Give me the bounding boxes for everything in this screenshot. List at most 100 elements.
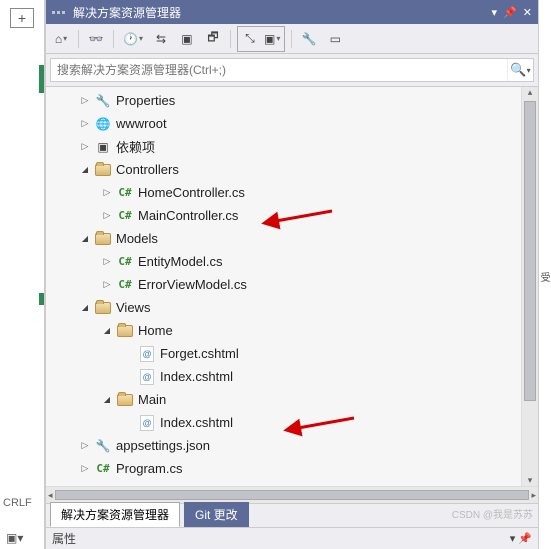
solution-tree[interactable]: 🔧 Properties 🌐 wwwroot ▣依赖项 Controllers C# Home…	[46, 87, 538, 482]
node-label: Home	[138, 323, 173, 338]
tree-node[interactable]: Views	[46, 296, 538, 319]
expander-icon[interactable]	[100, 186, 114, 200]
tab-git-changes[interactable]: Git 更改	[184, 502, 249, 527]
close-icon[interactable]: ✕	[523, 6, 532, 19]
tree-node[interactable]: @ Index.cshtml	[46, 365, 538, 388]
expander-icon[interactable]	[78, 140, 92, 154]
line-ending-label: CRLF	[3, 497, 32, 509]
node-label: 依赖项	[116, 137, 155, 156]
home-icon[interactable]: ⌂▾	[50, 28, 72, 50]
node-label: MainController.cs	[138, 208, 238, 223]
tree-node[interactable]: Models	[46, 227, 538, 250]
collapse-all-icon[interactable]: ⤡	[239, 28, 261, 50]
tree-node[interactable]: ▣依赖项	[46, 135, 538, 158]
scroll-thumb[interactable]	[524, 101, 536, 401]
watermark: CSDN @我是苏苏	[452, 506, 533, 521]
expander-icon[interactable]	[78, 117, 92, 131]
expander-icon[interactable]	[78, 462, 92, 476]
horizontal-scrollbar[interactable]: ◂▸	[46, 486, 538, 503]
globe-icon: 🌐	[94, 116, 112, 132]
panel-title: 解决方案资源管理器	[73, 4, 181, 21]
sync-icon[interactable]: ⇆	[150, 28, 172, 50]
csharp-icon: C#	[116, 254, 134, 270]
tab-solution-explorer[interactable]: 解决方案资源管理器	[50, 502, 180, 527]
json-icon: 🔧	[94, 438, 112, 454]
expander-icon[interactable]	[78, 232, 92, 246]
wrench-icon: 🔧	[94, 93, 112, 109]
node-label: ErrorViewModel.cs	[138, 277, 247, 292]
history-icon[interactable]: 🕐▾	[120, 28, 146, 50]
cshtml-icon: @	[138, 415, 156, 431]
properties-label: 属性	[52, 530, 76, 547]
expander-icon[interactable]	[100, 324, 114, 338]
expander-icon[interactable]	[78, 439, 92, 453]
folder-icon	[94, 162, 112, 178]
tree-node[interactable]: @ Index.cshtml	[46, 411, 538, 434]
right-doc-well: 受	[538, 0, 551, 549]
tree-node[interactable]: C# MainController.cs	[46, 204, 538, 227]
filter-icon[interactable]: ▣▾	[261, 28, 283, 50]
solution-explorer-panel: 解决方案资源管理器 ▾ 📌 ✕ ⌂▾ 👓 🕐▾ ⇆ ▣ 🗗 ⤡ ▣▾ 🔧 ▭ 🔍…	[45, 0, 538, 549]
tree-node[interactable]: @ Forget.cshtml	[46, 342, 538, 365]
node-label: Index.cshtml	[160, 369, 233, 384]
search-icon[interactable]: 🔍▾	[507, 59, 533, 81]
expander-icon[interactable]	[100, 393, 114, 407]
node-label: Main	[138, 392, 166, 407]
overflow-icon[interactable]: ▣▾	[6, 531, 23, 545]
window-menu-icon[interactable]: ▾	[492, 6, 498, 19]
csharp-icon: C#	[116, 208, 134, 224]
expander-icon[interactable]	[100, 278, 114, 292]
toolbar: ⌂▾ 👓 🕐▾ ⇆ ▣ 🗗 ⤡ ▣▾ 🔧 ▭	[46, 24, 538, 54]
show-all-icon[interactable]: ▣	[176, 28, 198, 50]
properties-icon[interactable]: 🔧	[298, 28, 320, 50]
node-label: Views	[116, 300, 150, 315]
pin-icon[interactable]: ▾ 📌	[510, 532, 532, 545]
csharp-icon: C#	[94, 461, 112, 477]
folder-icon	[116, 392, 134, 408]
expand-region-icon[interactable]: +	[10, 8, 34, 28]
node-label: Program.cs	[116, 461, 182, 476]
tree-node[interactable]: C# EntityModel.cs	[46, 250, 538, 273]
tree-node[interactable]: Main	[46, 388, 538, 411]
tree-node[interactable]: 🌐 wwwroot	[46, 112, 538, 135]
refresh-icon[interactable]: 🗗	[202, 28, 224, 50]
folder-icon	[116, 323, 134, 339]
expander-icon[interactable]	[78, 163, 92, 177]
csharp-icon: C#	[116, 185, 134, 201]
expander-icon[interactable]	[78, 94, 92, 108]
node-label: Index.cshtml	[160, 415, 233, 430]
tree-node[interactable]: Home	[46, 319, 538, 342]
dependencies-icon: ▣	[94, 139, 112, 155]
tree-node[interactable]: 🔧 appsettings.json	[46, 434, 538, 457]
cshtml-icon: @	[138, 369, 156, 385]
properties-bar[interactable]: 属性 ▾ 📌	[46, 527, 538, 549]
node-label: HomeController.cs	[138, 185, 245, 200]
tree-node[interactable]: C# HomeController.cs	[46, 181, 538, 204]
node-label: Properties	[116, 93, 175, 108]
switch-views-icon[interactable]: 👓	[85, 28, 107, 50]
editor-gutter: + CRLF	[0, 0, 45, 549]
tree-node[interactable]: C# ErrorViewModel.cs	[46, 273, 538, 296]
folder-icon	[94, 231, 112, 247]
search-box[interactable]: 🔍▾	[50, 58, 534, 82]
expander-icon[interactable]	[100, 209, 114, 223]
node-label: Forget.cshtml	[160, 346, 239, 361]
tree-node[interactable]: 🔧 Properties	[46, 89, 538, 112]
preview-icon[interactable]: ▭	[324, 28, 346, 50]
node-label: Controllers	[116, 162, 179, 177]
csharp-icon: C#	[116, 277, 134, 293]
expander-icon[interactable]	[100, 255, 114, 269]
folder-icon	[94, 300, 112, 316]
node-label: Models	[116, 231, 158, 246]
pin-icon[interactable]: 📌	[503, 6, 517, 19]
node-label: appsettings.json	[116, 438, 210, 453]
expander-icon[interactable]	[78, 301, 92, 315]
node-label: EntityModel.cs	[138, 254, 223, 269]
node-label: wwwroot	[116, 116, 167, 131]
tree-node[interactable]: C# Program.cs	[46, 457, 538, 480]
tree-node[interactable]: Controllers	[46, 158, 538, 181]
panel-title-bar[interactable]: 解决方案资源管理器 ▾ 📌 ✕	[46, 0, 538, 24]
cshtml-icon: @	[138, 346, 156, 362]
vertical-scrollbar[interactable]	[521, 87, 538, 486]
search-input[interactable]	[51, 59, 507, 81]
